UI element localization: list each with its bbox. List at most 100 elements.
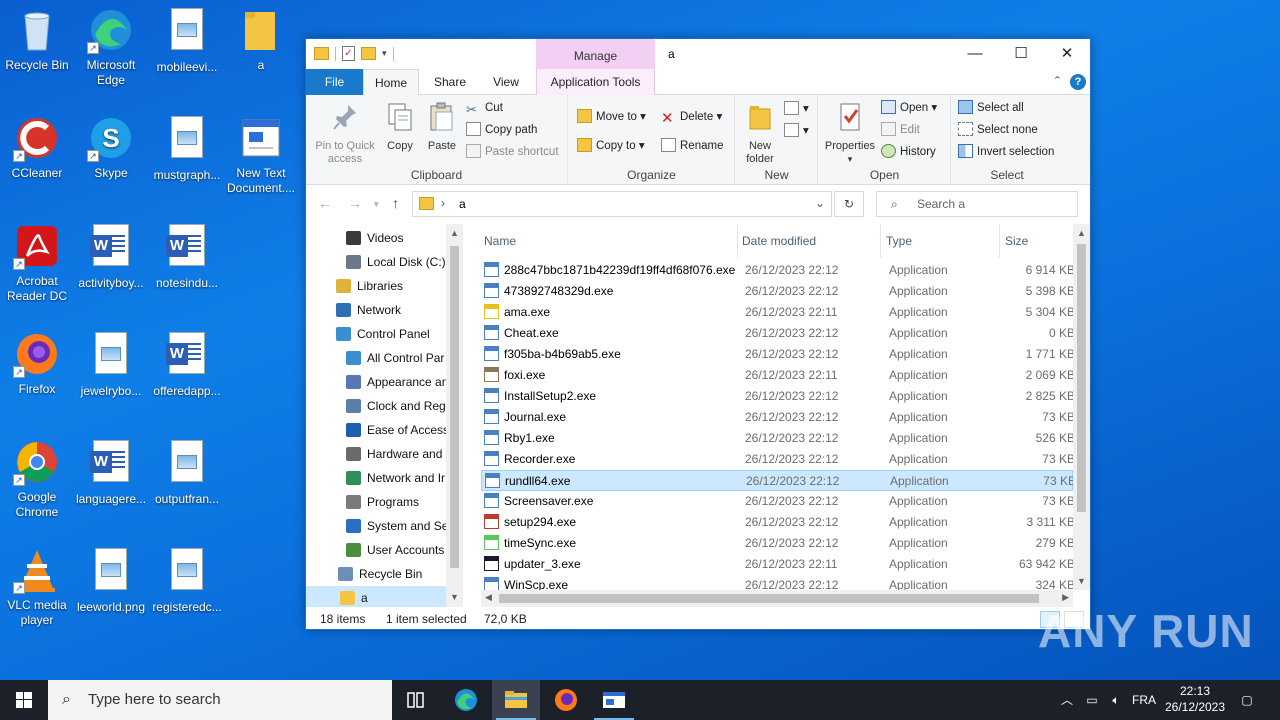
nav-item[interactable]: All Control Par [346, 346, 444, 370]
desktop-icon-registeredc[interactable]: registeredc... [150, 546, 224, 615]
select-none-button[interactable]: Select none [958, 120, 1038, 140]
tab-manage[interactable]: Manage [536, 39, 655, 69]
file-row[interactable]: foxi.exe 26/12/2023 22:11 Application 2 069… [481, 365, 1075, 386]
delete-button[interactable]: ✕ Delete ▾ [661, 107, 722, 127]
new-folder-quick-icon[interactable] [361, 47, 376, 60]
desktop-icon-skype[interactable]: S ↗ Skype [74, 114, 148, 181]
nav-item[interactable]: Appearance an [346, 370, 448, 394]
clock[interactable]: 22:13 26/12/2023 [1160, 683, 1230, 715]
file-row[interactable]: setup294.exe 26/12/2023 22:12 Application 3… [481, 512, 1075, 533]
easy-access-button[interactable]: ▾ [784, 121, 809, 141]
nav-item[interactable]: Control Panel [336, 322, 430, 346]
network-icon[interactable]: ▭ [1082, 680, 1102, 720]
desktop-icon-folder-a[interactable]: a [224, 6, 298, 73]
taskbar-app-button[interactable] [590, 680, 638, 720]
file-row[interactable]: Rby1.exe 26/12/2023 22:12 Application 526 K… [481, 428, 1075, 449]
file-list-hscrollbar[interactable]: ◀ ▶ [481, 590, 1073, 607]
select-all-button[interactable]: Select all [958, 98, 1024, 118]
refresh-button[interactable]: ↻ [834, 191, 864, 217]
desktop-icon-leeworld[interactable]: leeworld.png [74, 546, 148, 615]
desktop-icon-microsoft-edge[interactable]: ↗ Microsoft Edge [74, 6, 148, 88]
nav-item[interactable]: Programs [346, 490, 419, 514]
close-button[interactable]: ✕ [1044, 39, 1090, 69]
column-type[interactable]: Type [883, 224, 1000, 258]
file-row[interactable]: Recorder.exe 26/12/2023 22:12 Application 7… [481, 449, 1075, 470]
copy-to-button[interactable]: Copy to ▾ [577, 136, 645, 156]
task-view-button[interactable] [392, 680, 440, 720]
breadcrumb[interactable]: a [459, 197, 466, 211]
tab-share[interactable]: Share [421, 69, 479, 95]
forward-arrow-icon[interactable]: → [348, 195, 362, 211]
address-bar[interactable]: › a ⌄ [412, 191, 832, 217]
minimize-button[interactable]: — [952, 39, 998, 69]
file-row[interactable]: 473892748329d.exe 26/12/2023 22:12 Applica… [481, 281, 1075, 302]
scroll-up-icon[interactable]: ▲ [446, 228, 463, 238]
volume-icon[interactable]: 🔈︎ [1106, 680, 1126, 720]
new-item-button[interactable]: ▾ [784, 99, 809, 119]
back-arrow-icon[interactable]: ← [318, 195, 332, 211]
properties-quick-icon[interactable]: ✓ [342, 46, 355, 61]
file-row[interactable]: InstallSetup2.exe 26/12/2023 22:12 Applica… [481, 386, 1075, 407]
file-row[interactable]: updater_3.exe 26/12/2023 22:11 Application… [481, 554, 1075, 575]
nav-item[interactable]: Hardware and [346, 442, 442, 466]
copy-button[interactable]: Copy [382, 101, 418, 153]
start-button[interactable] [0, 680, 48, 720]
rename-button[interactable]: Rename [661, 136, 723, 156]
tab-home[interactable]: Home [363, 69, 419, 95]
tab-view[interactable]: View [480, 69, 532, 95]
taskbar-firefox-button[interactable] [542, 680, 590, 720]
recent-locations-icon[interactable]: ▾ [374, 199, 379, 210]
show-hidden-icons[interactable]: ︿ [1058, 680, 1076, 720]
paste-button[interactable]: Paste [424, 101, 460, 153]
nav-item[interactable]: System and Sec [346, 514, 454, 538]
new-folder-button[interactable]: New folder [742, 101, 778, 166]
file-row[interactable]: ama.exe 26/12/2023 22:11 Application 5 304 … [481, 302, 1075, 323]
search-input[interactable]: ⌕ Search a [876, 191, 1078, 217]
scroll-right-icon[interactable]: ▶ [1062, 592, 1069, 603]
nav-item[interactable]: Libraries [336, 274, 403, 298]
copy-path-button[interactable]: Copy path [466, 120, 537, 140]
file-row[interactable]: timeSync.exe 26/12/2023 22:12 Application 2… [481, 533, 1075, 554]
properties-button[interactable]: Properties ▾ [821, 101, 879, 166]
maximize-button[interactable]: ☐ [998, 39, 1044, 69]
nav-scroll-thumb[interactable] [450, 246, 459, 568]
nav-scrollbar[interactable]: ▲ ▼ [446, 224, 463, 607]
invert-selection-button[interactable]: Invert selection [958, 142, 1054, 162]
nav-item[interactable]: Clock and Regi [346, 394, 448, 418]
up-arrow-icon[interactable]: ↑ [392, 195, 399, 211]
file-row[interactable]: Journal.exe 26/12/2023 22:12 Application 73… [481, 407, 1075, 428]
file-row[interactable]: Screensaver.exe 26/12/2023 22:12 Applicati… [481, 491, 1075, 512]
desktop-icon-acrobat-reader[interactable]: ↗ Acrobat Reader DC [0, 222, 74, 304]
desktop-icon-jewelrybo[interactable]: jewelrybo... [74, 330, 148, 399]
scroll-down-icon[interactable]: ▼ [446, 592, 463, 602]
tab-file[interactable]: File [306, 69, 363, 95]
file-row[interactable]: f305ba-b4b69ab5.exe 26/12/2023 22:12 Appli… [481, 344, 1075, 365]
nav-item[interactable]: Ease of Access [346, 418, 449, 442]
help-icon[interactable]: ? [1070, 74, 1086, 90]
taskbar-explorer-button[interactable] [492, 680, 540, 720]
desktop-icon-notesindu[interactable]: Wnotesindu... [150, 222, 224, 291]
taskbar-edge-button[interactable] [442, 680, 490, 720]
nav-item[interactable]: User Accounts [346, 538, 444, 562]
open-button[interactable]: Open ▾ [881, 98, 937, 118]
file-row[interactable]: Cheat.exe 26/12/2023 22:12 Application 0 KB [481, 323, 1075, 344]
hscroll-thumb[interactable] [499, 594, 1039, 603]
taskbar-search-input[interactable]: ⌕ Type here to search [48, 680, 392, 720]
paste-shortcut-button[interactable]: Paste shortcut [466, 142, 559, 162]
desktop-icon-offeredapp[interactable]: Wofferedapp... [150, 330, 224, 399]
notifications-icon[interactable]: ▢ [1236, 680, 1258, 720]
desktop-icon-languagere[interactable]: Wlanguagere... [74, 438, 148, 507]
history-button[interactable]: History [881, 142, 936, 162]
desktop-icon-new-text-document[interactable]: New Text Document.... [224, 114, 298, 196]
nav-item[interactable]: Recycle Bin [338, 562, 422, 586]
scroll-left-icon[interactable]: ◀ [485, 592, 492, 603]
pin-quick-access-button[interactable]: Pin to Quick access [312, 101, 378, 166]
column-name[interactable]: Name [481, 224, 738, 258]
move-to-button[interactable]: Move to ▾ [577, 107, 646, 127]
edit-button[interactable]: Edit [881, 120, 920, 140]
desktop-icon-ccleaner[interactable]: ↗ CCleaner [0, 114, 74, 181]
desktop-icon-mustgraph[interactable]: mustgraph... [150, 114, 224, 183]
file-scroll-thumb[interactable] [1077, 244, 1086, 512]
chevron-down-icon[interactable]: ⌄ [815, 196, 825, 210]
desktop-icon-firefox[interactable]: ↗ Firefox [0, 330, 74, 397]
